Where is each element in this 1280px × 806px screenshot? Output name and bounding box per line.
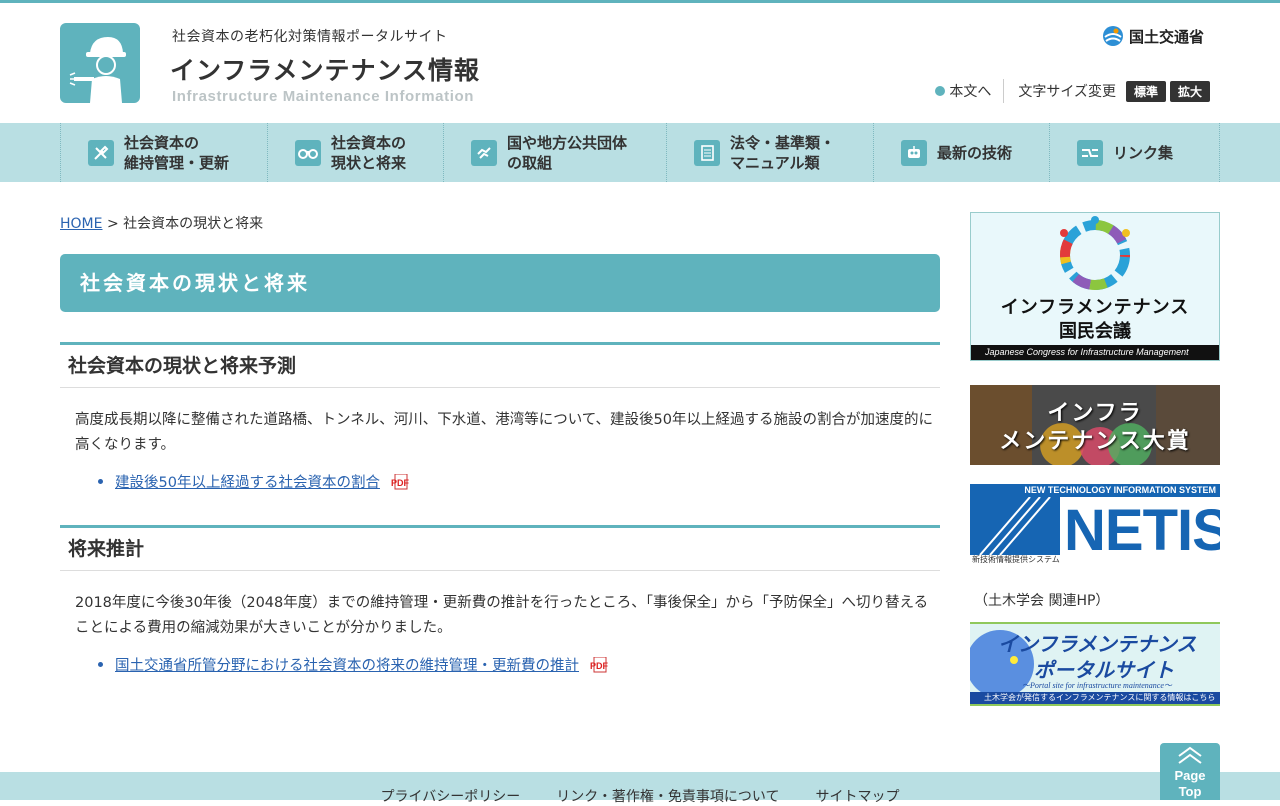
nav-label: 社会資本の 現状と将来 [331, 133, 407, 172]
ministry-mark-icon [1103, 26, 1123, 46]
banner-caption: NEW TECHNOLOGY INFORMATION SYSTEM [970, 484, 1220, 497]
section-link-item: 国土交通省所管分野における社会資本の将来の維持管理・更新費の推計 PDF [98, 654, 609, 675]
skip-link-label: 本文へ [949, 84, 992, 100]
netis-logo-text: NETIS [1064, 498, 1220, 563]
banner-maintenance-award[interactable]: インフラ メンテナンス大賞 [970, 385, 1220, 465]
document-icon [694, 139, 720, 166]
nav-item-status-future[interactable]: 社会資本の 現状と将来 [268, 123, 444, 182]
banner-caption: Japanese Congress for Infrastructure Man… [971, 345, 1219, 360]
section-text: 高度成長期以降に整備された道路橋、トンネル、河川、下水道、港湾等について、建設後… [75, 412, 933, 453]
breadcrumb: HOME > 社会資本の現状と将来 [60, 213, 263, 233]
chevron-up-icon [1178, 746, 1202, 764]
banner-portal-site[interactable]: インフラメンテナンス ポータルサイト ～Portal site for infr… [970, 622, 1220, 706]
site-title[interactable]: インフラメンテナンス情報 [170, 51, 480, 87]
pdf-label: PDF [590, 661, 609, 671]
tools-icon [88, 139, 114, 166]
banner-title: 国民会議 [1059, 321, 1131, 342]
section-heading: 将来推計 [60, 525, 940, 571]
site-header: 社会資本の老朽化対策情報ポータルサイト インフラメンテナンス情報 Infrast… [0, 3, 1280, 123]
banner-title: メンテナンス大賞 [999, 429, 1191, 454]
footer-link-privacy[interactable]: プライバシーポリシー [380, 786, 520, 806]
banner-national-congress[interactable]: インフラメンテナンス 国民会議 Japanese Congress for In… [970, 212, 1220, 361]
worker-logo-icon [69, 37, 126, 103]
breadcrumb-separator: > [106, 216, 119, 232]
skip-to-content-link[interactable]: 本文へ [935, 79, 1005, 103]
congress-ring-icon [1060, 216, 1130, 290]
handshake-icon [471, 139, 497, 166]
site-subtitle: 社会資本の老朽化対策情報ポータルサイト [172, 29, 448, 45]
pdf-label: PDF [391, 478, 410, 488]
global-nav: 社会資本の 維持管理・更新 社会資本の 現状と将来 国や地方公共団体 の取組 法… [0, 123, 1280, 182]
banner-title: インフラメンテナンス [1000, 297, 1190, 318]
section-text: 2018年度に今後30年後（2048年度）までの維持管理・更新費の推計を行ったと… [75, 595, 929, 636]
banner-title: ポータルサイト [1034, 658, 1174, 682]
pdf-icon: PDF [391, 473, 410, 489]
page-top-label-line: Top [1178, 784, 1202, 799]
page-top-button[interactable]: Page Top [1160, 743, 1220, 800]
banner-title: インフラメンテナンス [998, 632, 1197, 656]
nav-label: リンク集 [1113, 143, 1174, 162]
banner-caption: ～Portal site for infrastructure maintena… [1022, 681, 1172, 690]
footer-links: プライバシーポリシー リンク・著作権・免責事項について サイトマップ [0, 786, 1280, 806]
ministry-logo[interactable]: 国土交通省 [1102, 23, 1204, 49]
footer-link-copyright[interactable]: リンク・著作権・免責事項について [556, 786, 779, 806]
list-bullet [98, 662, 103, 667]
netis-stripes-icon [970, 497, 1060, 555]
breadcrumb-current: 社会資本の現状と将来 [123, 216, 264, 232]
aged-infrastructure-ratio-link[interactable]: 建設後50年以上経過する社会資本の割合 [115, 471, 380, 492]
page-title: 社会資本の現状と将来 [60, 254, 940, 312]
utility-bar: 本文へ 文字サイズ変更 標準 拡大 [935, 79, 1210, 103]
banner-caption: 新技術情報提供システム [972, 555, 1060, 564]
nav-item-government[interactable]: 国や地方公共団体 の取組 [444, 123, 667, 182]
nav-label: 社会資本の 維持管理・更新 [124, 133, 230, 172]
site-title-en: Infrastructure Maintenance Information [172, 88, 475, 105]
page-top-label: Page Top [1160, 768, 1220, 800]
footer-link-sitemap[interactable]: サイトマップ [816, 786, 900, 806]
page-top-label-line: Page [1174, 768, 1206, 783]
binoculars-icon [295, 139, 321, 166]
link-icon [1077, 139, 1103, 166]
list-bullet [98, 479, 103, 484]
nav-item-regulations[interactable]: 法令・基準類・ マニュアル類 [667, 123, 874, 182]
section-link-item: 建設後50年以上経過する社会資本の割合 PDF [98, 471, 410, 492]
nav-item-maintenance[interactable]: 社会資本の 維持管理・更新 [61, 123, 268, 182]
font-size-label: 文字サイズ変更 [1018, 84, 1116, 100]
maintenance-cost-estimate-link[interactable]: 国土交通省所管分野における社会資本の将来の維持管理・更新費の推計 [115, 654, 579, 675]
nav-item-links[interactable]: リンク集 [1050, 123, 1220, 182]
pdf-icon: PDF [590, 656, 609, 672]
breadcrumb-home-link[interactable]: HOME [60, 216, 102, 232]
robot-icon [901, 139, 927, 166]
site-logo[interactable] [60, 23, 140, 103]
nav-item-technology[interactable]: 最新の技術 [874, 123, 1050, 182]
font-large-button[interactable]: 拡大 [1169, 80, 1210, 102]
site-footer: プライバシーポリシー リンク・著作権・免責事項について サイトマップ [0, 772, 1280, 805]
nav-label: 法令・基準類・ マニュアル類 [730, 133, 836, 172]
banner-netis[interactable]: NEW TECHNOLOGY INFORMATION SYSTEM NETIS … [970, 484, 1220, 566]
font-standard-button[interactable]: 標準 [1125, 80, 1166, 102]
bullet-icon [935, 86, 946, 96]
section-heading: 社会資本の現状と将来予測 [60, 342, 940, 388]
related-sites-note: （土木学会 関連HP） [974, 593, 1110, 609]
nav-label: 国や地方公共団体 の取組 [507, 133, 628, 172]
nav-label: 最新の技術 [937, 143, 1013, 162]
ministry-name: 国土交通省 [1129, 27, 1205, 46]
banner-caption: 土木学会が発信するインフラメンテナンスに関する情報はこちら [970, 692, 1220, 704]
